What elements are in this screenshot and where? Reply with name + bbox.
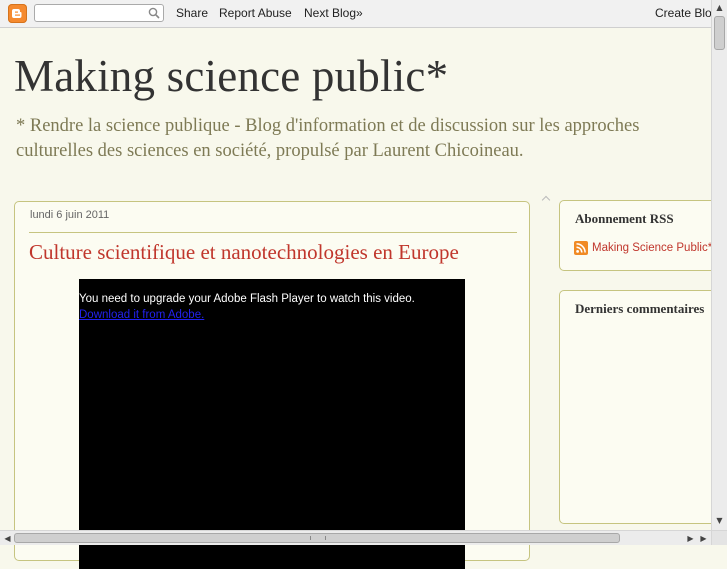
report-abuse-link[interactable]: Report Abuse xyxy=(219,6,292,20)
scroll-left-arrow-icon[interactable]: ◀ xyxy=(0,531,15,546)
main-post-area: lundi 6 juin 2011 Culture scientifique e… xyxy=(14,201,530,569)
create-blog-link[interactable]: Create Blog xyxy=(655,6,718,20)
scroll-right-step-icon[interactable]: ▶ xyxy=(696,531,711,546)
vertical-scrollbar[interactable]: ▲ ▼ xyxy=(711,0,727,530)
scroll-up-arrow-icon[interactable]: ▲ xyxy=(712,0,727,15)
blogger-logo-icon[interactable] xyxy=(8,4,27,23)
scrollbar-corner xyxy=(711,530,727,545)
share-link[interactable]: Share xyxy=(176,6,208,20)
flash-upgrade-message: You need to upgrade your Adobe Flash Pla… xyxy=(79,293,415,305)
rss-feed-icon[interactable] xyxy=(574,241,588,255)
search-icon[interactable] xyxy=(148,7,160,19)
blogger-navbar: Share Report Abuse Next Blog» Create Blo… xyxy=(0,0,718,28)
download-flash-link[interactable]: Download it from Adobe. xyxy=(79,309,204,321)
horizontal-scrollbar[interactable]: ◀ ▶ ▶ xyxy=(0,530,711,545)
post-date: lundi 6 juin 2011 xyxy=(30,209,110,221)
scroll-grip-icon xyxy=(310,536,326,540)
scroll-down-arrow-icon[interactable]: ▼ xyxy=(712,513,727,528)
search-box[interactable] xyxy=(34,4,164,22)
rss-subscription-widget: Abonnement RSS Making Science Public* xyxy=(559,200,727,271)
decorative-corner xyxy=(541,195,551,205)
date-divider xyxy=(29,232,517,233)
vertical-scroll-thumb[interactable] xyxy=(714,16,725,50)
blog-title[interactable]: Making science public* xyxy=(14,50,448,102)
comments-widget-title: Derniers commentaires xyxy=(575,301,705,316)
recent-comments-widget: Derniers commentaires xyxy=(559,290,727,524)
rss-feed-item[interactable]: Making Science Public* xyxy=(574,241,712,255)
blog-description: * Rendre la science publique - Blog d'in… xyxy=(16,116,640,161)
next-blog-link[interactable]: Next Blog» xyxy=(304,6,363,20)
rss-widget-title: Abonnement RSS xyxy=(575,211,674,226)
search-input[interactable] xyxy=(38,6,143,20)
flash-video-player[interactable]: You need to upgrade your Adobe Flash Pla… xyxy=(79,279,465,569)
horizontal-scroll-thumb[interactable] xyxy=(14,533,620,543)
post-title[interactable]: Culture scientifique et nanotechnologies… xyxy=(29,240,459,265)
rss-feed-link[interactable]: Making Science Public* xyxy=(592,242,712,254)
